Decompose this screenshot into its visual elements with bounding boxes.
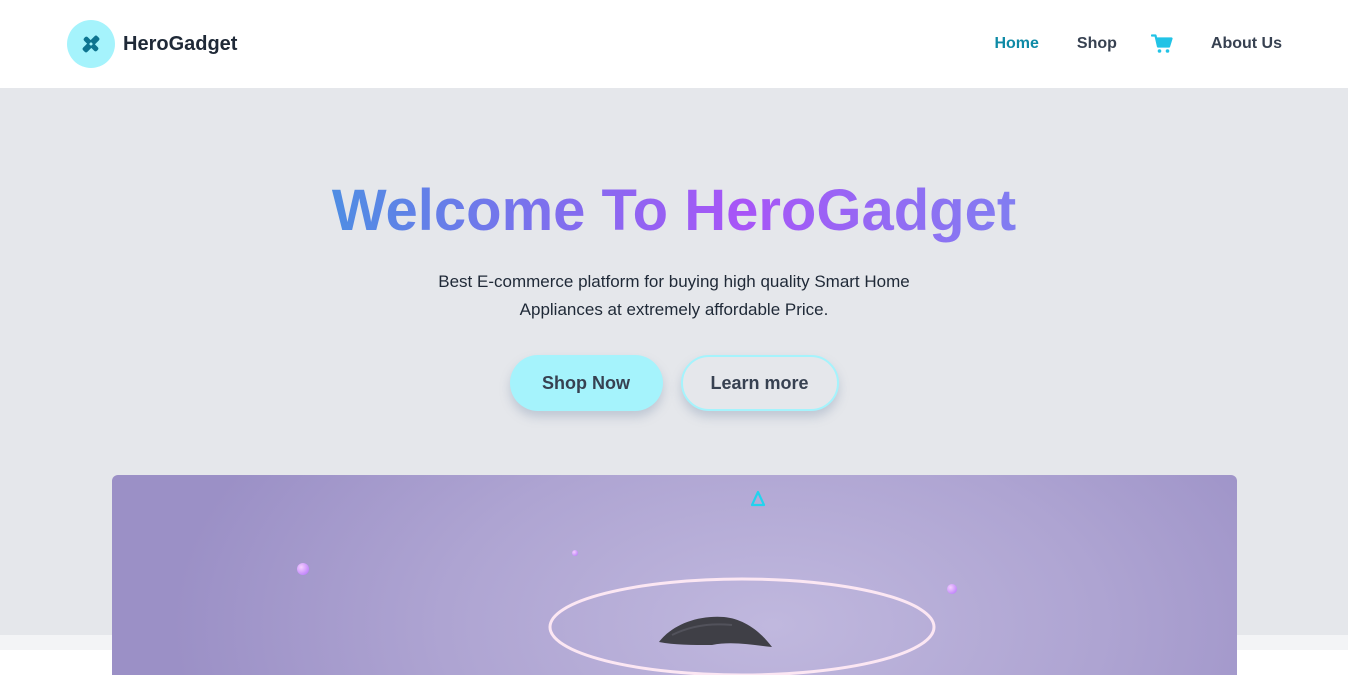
shop-now-button[interactable]: Shop Now [509, 355, 663, 411]
navbar: HeroGadget Home Shop About Us [0, 0, 1348, 88]
cart-icon[interactable] [1150, 34, 1173, 54]
brand-name: HeroGadget [123, 32, 238, 55]
nav-about-link[interactable]: About Us [1211, 35, 1282, 53]
wrench-cross-icon [67, 20, 115, 68]
hero-title: Welcome To HeroGadget [0, 176, 1348, 246]
product-illustration [297, 490, 957, 675]
nav-links: Home Shop About Us [956, 34, 1282, 54]
brand[interactable]: HeroGadget [67, 20, 237, 68]
learn-more-button[interactable]: Learn more [680, 355, 839, 411]
nav-home-link[interactable]: Home [994, 35, 1038, 53]
hero-subtitle: Best E-commerce platform for buying high… [438, 272, 910, 319]
nav-shop-link[interactable]: Shop [1077, 35, 1117, 53]
hero-buttons: Shop Now Learn more [0, 355, 1348, 411]
hero-image [112, 475, 1237, 675]
